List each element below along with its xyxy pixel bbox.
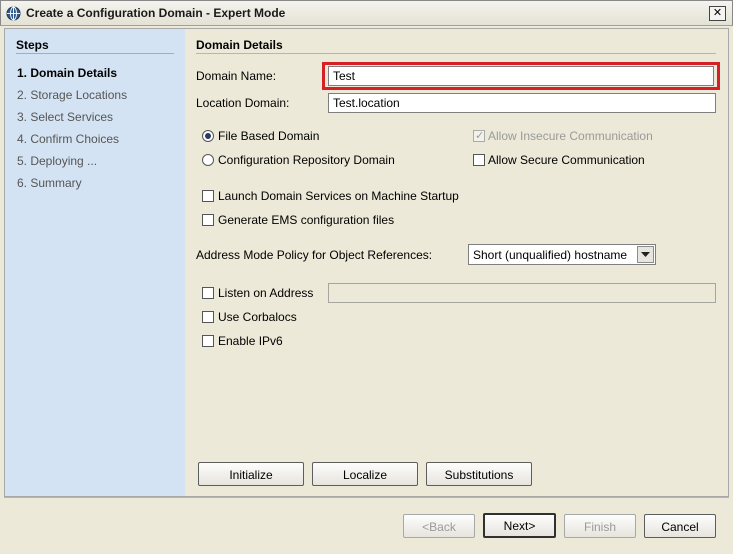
- step-domain-details: 1. Domain Details: [17, 66, 118, 80]
- file-based-domain-label: File Based Domain: [218, 129, 320, 143]
- next-button[interactable]: Next>: [483, 513, 556, 538]
- localize-button[interactable]: Localize: [312, 462, 418, 486]
- finish-button[interactable]: Finish: [564, 514, 636, 538]
- domain-details-panel: Domain Details Domain Name: Location Dom…: [186, 29, 728, 496]
- listen-on-address-field[interactable]: [328, 283, 716, 303]
- domain-name-field[interactable]: [328, 66, 714, 86]
- step-summary: 6. Summary: [17, 176, 82, 190]
- listen-on-address-label: Listen on Address: [218, 286, 314, 300]
- enable-ipv6-checkbox[interactable]: [202, 335, 214, 347]
- generate-ems-config-checkbox[interactable]: [202, 214, 214, 226]
- configuration-repository-domain-radio[interactable]: [202, 154, 214, 166]
- generate-ems-config-label: Generate EMS configuration files: [218, 213, 395, 227]
- navigation-bar: <Back Next> Finish Cancel: [0, 497, 733, 554]
- substitutions-button[interactable]: Substitutions: [426, 462, 532, 486]
- section-title: Domain Details: [196, 38, 283, 52]
- steps-divider: [16, 53, 174, 54]
- location-domain-field[interactable]: [328, 93, 716, 113]
- navigation-divider: [4, 497, 729, 498]
- address-mode-policy-value: Short (unqualified) hostname: [473, 248, 628, 262]
- allow-insecure-communication-checkbox[interactable]: ✓: [473, 130, 485, 142]
- allow-insecure-communication-label: Allow Insecure Communication: [488, 129, 653, 143]
- steps-pane: Steps 1. Domain Details 2. Storage Locat…: [5, 29, 185, 496]
- address-mode-policy-label: Address Mode Policy for Object Reference…: [196, 248, 433, 262]
- wizard-body: Steps 1. Domain Details 2. Storage Locat…: [4, 28, 729, 497]
- allow-secure-communication-label: Allow Secure Communication: [488, 153, 645, 167]
- enable-ipv6-label: Enable IPv6: [218, 334, 283, 348]
- use-corbalocs-checkbox[interactable]: [202, 311, 214, 323]
- step-confirm-choices: 4. Confirm Choices: [17, 132, 120, 146]
- window-title: Create a Configuration Domain - Expert M…: [26, 6, 286, 20]
- initialize-button[interactable]: Initialize: [198, 462, 304, 486]
- chevron-down-icon[interactable]: [637, 246, 654, 263]
- checkmark-icon: ✓: [475, 130, 485, 142]
- launch-domain-services-label: Launch Domain Services on Machine Startu…: [218, 189, 459, 203]
- file-based-domain-radio[interactable]: [202, 130, 214, 142]
- title-bar: Create a Configuration Domain - Expert M…: [0, 0, 733, 26]
- address-mode-policy-select[interactable]: Short (unqualified) hostname: [468, 244, 656, 265]
- use-corbalocs-label: Use Corbalocs: [218, 310, 297, 324]
- step-select-services: 3. Select Services: [17, 110, 114, 124]
- domain-name-label: Domain Name:: [196, 69, 277, 83]
- step-deploying: 5. Deploying ...: [17, 154, 98, 168]
- close-icon: ✕: [712, 7, 723, 19]
- location-domain-label: Location Domain:: [196, 96, 290, 110]
- cancel-button[interactable]: Cancel: [644, 514, 716, 538]
- launch-domain-services-checkbox[interactable]: [202, 190, 214, 202]
- app-globe-icon: [6, 6, 21, 21]
- configuration-repository-domain-label: Configuration Repository Domain: [218, 153, 395, 167]
- step-storage-locations: 2. Storage Locations: [17, 88, 128, 102]
- back-button[interactable]: <Back: [403, 514, 475, 538]
- close-window-button[interactable]: ✕: [709, 6, 726, 21]
- steps-heading: Steps: [16, 38, 49, 52]
- section-divider: [196, 53, 716, 54]
- listen-on-address-checkbox[interactable]: [202, 287, 214, 299]
- allow-secure-communication-checkbox[interactable]: [473, 154, 485, 166]
